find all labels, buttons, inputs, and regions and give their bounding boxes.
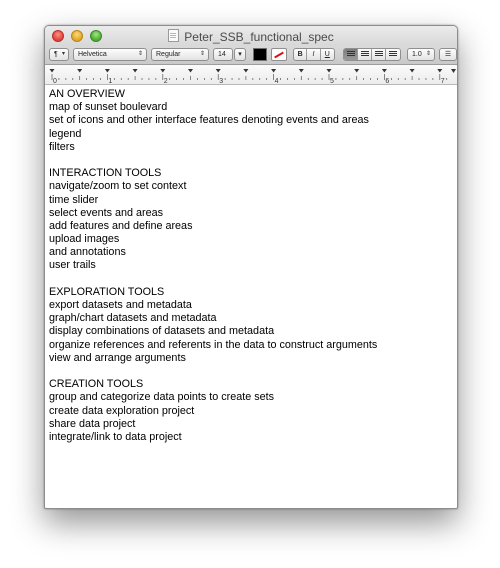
document-text-area[interactable]: AN OVERVIEW map of sunset boulevard set of… <box>49 88 453 444</box>
font-size-value: 14 <box>218 51 226 58</box>
ruler-number: 5 <box>330 78 334 84</box>
alignment-group <box>343 48 401 61</box>
empty-line <box>49 273 453 286</box>
no-color-slash-icon <box>274 51 284 59</box>
ruler-number: 0 <box>53 78 57 84</box>
document-line: set of icons and other interface feature… <box>49 114 369 127</box>
line-spacing-popup[interactable]: 1.0 ⇕ <box>407 48 435 61</box>
text-style-group: B I U <box>293 48 335 61</box>
align-left-icon <box>346 51 355 57</box>
font-family-popup[interactable]: Helvetica ⇕ <box>73 48 147 61</box>
right-margin-marker[interactable] <box>451 69 456 73</box>
empty-line <box>49 154 453 167</box>
tab-stop-marker[interactable] <box>243 69 249 73</box>
document-line: display combinations of datasets and met… <box>49 325 275 338</box>
document-line: create data exploration project <box>49 404 195 417</box>
document-line: upload images <box>49 233 120 246</box>
document-line: user trails <box>49 259 96 272</box>
tab-stop-marker[interactable] <box>326 69 332 73</box>
document-line: time slider <box>49 193 99 206</box>
document-line: select events and areas <box>49 206 164 219</box>
underline-button[interactable]: U <box>321 49 334 60</box>
document-line: navigate/zoom to set context <box>49 180 187 193</box>
line-spacing-value: 1.0 <box>412 51 422 58</box>
ruler-number: 7 <box>441 78 445 84</box>
chevron-down-icon: ▾ <box>61 51 65 57</box>
align-right-icon <box>374 51 383 57</box>
window-title: Peter_SSB_functional_spec <box>184 30 334 44</box>
tab-stop-marker[interactable] <box>437 69 443 73</box>
align-right-button[interactable] <box>372 49 387 60</box>
align-center-button[interactable] <box>358 49 373 60</box>
chevron-updown-icon: ⇕ <box>425 51 431 57</box>
document-line: view and arrange arguments <box>49 351 186 364</box>
chevron-updown-icon: ⇕ <box>137 51 143 57</box>
paragraph-style-popup[interactable]: ¶ ▾ <box>49 48 69 61</box>
align-center-icon <box>360 51 369 57</box>
document-line: export datasets and metadata <box>49 299 192 311</box>
document-line: map of sunset boulevard <box>49 101 168 114</box>
align-justify-icon <box>389 51 398 57</box>
document-line: AN OVERVIEW <box>49 88 125 100</box>
document-line: share data project <box>49 417 136 430</box>
tab-stop-marker[interactable] <box>298 69 304 73</box>
tab-stop-marker[interactable] <box>215 69 221 73</box>
tab-stop-marker[interactable] <box>354 69 360 73</box>
ruler-number: 2 <box>164 78 168 84</box>
document-line: organize references and referents in the… <box>49 338 378 351</box>
tab-stop-marker[interactable] <box>381 69 387 73</box>
document-line: filters <box>49 140 75 153</box>
document-line: graph/chart datasets and metadata <box>49 312 217 325</box>
tab-stop-marker[interactable] <box>271 69 277 73</box>
typeface-label: Regular <box>156 51 181 58</box>
paragraph-style-label: ¶ <box>54 51 58 58</box>
list-bullets-popup[interactable]: ☰ <box>439 48 457 61</box>
tab-stop-marker[interactable] <box>132 69 138 73</box>
tab-stop-marker[interactable] <box>409 69 415 73</box>
document-line: EXPLORATION TOOLS <box>49 285 165 298</box>
document-line: and annotations <box>49 246 126 259</box>
ruler-number: 4 <box>275 78 279 84</box>
document-line: add features and define areas <box>49 219 193 232</box>
tab-stop-marker[interactable] <box>77 69 83 73</box>
title-bar[interactable]: Peter_SSB_functional_spec <box>45 26 457 46</box>
document-line: CREATION TOOLS <box>49 378 144 391</box>
typeface-popup[interactable]: Regular ⇕ <box>151 48 209 61</box>
font-size-field[interactable]: 14 <box>213 48 233 61</box>
document-line: legend <box>49 127 82 140</box>
ruler[interactable]: 0 1 2 3 4 5 6 7 <box>45 65 457 85</box>
document-icon <box>168 29 180 42</box>
tab-stop-marker[interactable] <box>49 69 55 73</box>
font-size-dropdown[interactable]: ▾ <box>234 48 246 61</box>
align-left-button[interactable] <box>344 49 359 60</box>
bold-button[interactable]: B <box>294 49 308 60</box>
chevron-down-icon: ▾ <box>238 51 242 58</box>
highlight-color-well[interactable] <box>271 48 287 61</box>
list-icon: ☰ <box>444 51 452 58</box>
ruler-number: 6 <box>385 78 389 84</box>
document-line: integrate/link to data project <box>49 430 182 443</box>
chevron-updown-icon: ⇕ <box>199 51 205 57</box>
ruler-number: 3 <box>219 78 223 84</box>
italic-button[interactable]: I <box>307 49 321 60</box>
format-toolbar: ¶ ▾ Helvetica ⇕ Regular ⇕ 14 ▾ B I U 1.0 ⇕ <box>45 46 457 65</box>
ruler-scale: 0 1 2 3 4 5 6 7 <box>49 69 456 84</box>
text-edit-window: Peter_SSB_functional_spec ¶ ▾ Helvetica ⇕ … <box>44 25 458 509</box>
text-color-well[interactable] <box>253 48 267 61</box>
empty-line <box>49 365 453 378</box>
font-family-label: Helvetica <box>78 51 107 58</box>
ruler-number: 1 <box>108 78 112 84</box>
justify-button[interactable] <box>386 49 400 60</box>
document-line: INTERACTION TOOLS <box>49 167 162 180</box>
tab-stop-marker[interactable] <box>160 69 166 73</box>
tab-stop-marker[interactable] <box>104 69 110 73</box>
tab-stop-marker[interactable] <box>188 69 193 73</box>
document-line: group and categorize data points to crea… <box>49 391 275 404</box>
